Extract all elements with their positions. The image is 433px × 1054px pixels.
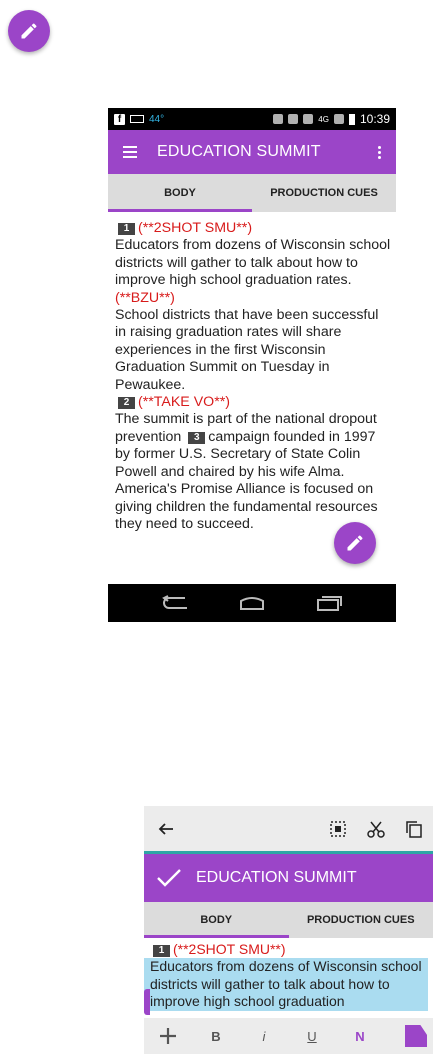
- app-bar: EDUCATION SUMMIT: [108, 130, 396, 174]
- select-all-icon[interactable]: [329, 820, 347, 838]
- back-arrow-icon[interactable]: [158, 821, 174, 837]
- edit-fab-button[interactable]: [334, 522, 376, 564]
- note-button[interactable]: N: [336, 1029, 384, 1044]
- status-bar: f 44° 4G 10:39: [108, 108, 396, 130]
- tab-production-cues[interactable]: PRODUCTION CUES: [289, 902, 433, 938]
- cue-number-badge: 2: [118, 397, 135, 410]
- underline-button[interactable]: U: [288, 1029, 336, 1044]
- weather-temp: 44°: [149, 113, 165, 125]
- script-paragraph: The summit is part of the national dropo…: [115, 411, 391, 533]
- mute-icon: [288, 114, 299, 124]
- tab-production-cues[interactable]: PRODUCTION CUES: [252, 174, 396, 212]
- phone-screen-reading: f 44° 4G 10:39 EDUCATION SUMMIT BODY PRO…: [108, 108, 396, 622]
- production-cue: (**2SHOT SMU**): [138, 220, 253, 236]
- tab-bar: BODY PRODUCTION CUES: [108, 174, 396, 212]
- insert-button[interactable]: [144, 1026, 192, 1046]
- tab-body[interactable]: BODY: [108, 174, 252, 212]
- production-cue: (**TAKE VO**): [138, 394, 230, 411]
- cue-number-badge: 1: [153, 945, 170, 957]
- page-title: EDUCATION SUMMIT: [157, 143, 321, 160]
- network-type: 4G: [318, 114, 329, 124]
- system-nav-bar: [108, 584, 396, 622]
- script-body[interactable]: 1 (**2SHOT SMU**) Educators from dozens o…: [115, 220, 391, 533]
- pencil-icon: [347, 535, 363, 551]
- edit-fab-button[interactable]: [8, 10, 50, 52]
- status-time: 10:39: [359, 112, 390, 126]
- back-icon[interactable]: [161, 595, 189, 611]
- facebook-icon: f: [114, 113, 125, 125]
- cut-icon[interactable]: [367, 820, 385, 838]
- done-check-icon[interactable]: [156, 868, 182, 888]
- page-title: EDUCATION SUMMIT: [196, 869, 357, 886]
- wifi-icon: [303, 114, 314, 124]
- tab-bar: BODY PRODUCTION CUES: [144, 902, 433, 938]
- copy-icon[interactable]: [405, 820, 423, 838]
- signal-icon: [333, 114, 344, 124]
- tab-body[interactable]: BODY: [144, 902, 289, 938]
- selection-handle-end[interactable]: [405, 1025, 427, 1047]
- cue-number-badge: 1: [118, 223, 135, 235]
- cue-number-badge: 3: [188, 431, 206, 444]
- battery-icon: [348, 113, 355, 125]
- menu-icon[interactable]: [123, 146, 137, 158]
- script-paragraph: School districts that have been successf…: [115, 307, 379, 393]
- script-line: 1 (**2SHOT SMU**): [115, 220, 391, 237]
- script-line: 1 (**2SHOT SMU**): [150, 941, 430, 958]
- bold-button[interactable]: B: [192, 1029, 240, 1044]
- plus-icon: [160, 1028, 176, 1044]
- italic-button[interactable]: i: [240, 1029, 288, 1044]
- contextual-action-bar: [144, 806, 433, 854]
- pencil-icon: [21, 23, 37, 39]
- home-icon[interactable]: [238, 595, 266, 611]
- recents-icon[interactable]: [315, 595, 343, 611]
- script-paragraph: Educators from dozens of Wisconsin schoo…: [115, 237, 391, 289]
- edit-actions: [329, 820, 423, 838]
- selected-text[interactable]: Educators from dozens of Wisconsin schoo…: [144, 958, 428, 1011]
- bluetooth-icon: [273, 114, 284, 124]
- app-bar: EDUCATION SUMMIT: [144, 854, 433, 902]
- phone-screen-editing: EDUCATION SUMMIT BODY PRODUCTION CUES 1(…: [144, 806, 433, 1054]
- production-cue: (**BZU**): [115, 289, 175, 306]
- script-line: 2 (**TAKE VO**): [115, 394, 391, 411]
- selection-handle-start[interactable]: [144, 989, 150, 1015]
- more-options-icon[interactable]: [378, 145, 381, 159]
- format-toolbar: B i U N: [144, 1018, 433, 1054]
- script-editor[interactable]: 1 (**2SHOT SMU**) Educators from dozens o…: [144, 941, 430, 1011]
- production-cue: (**2SHOT SMU**): [173, 941, 286, 957]
- battery-saver-icon: [130, 115, 144, 123]
